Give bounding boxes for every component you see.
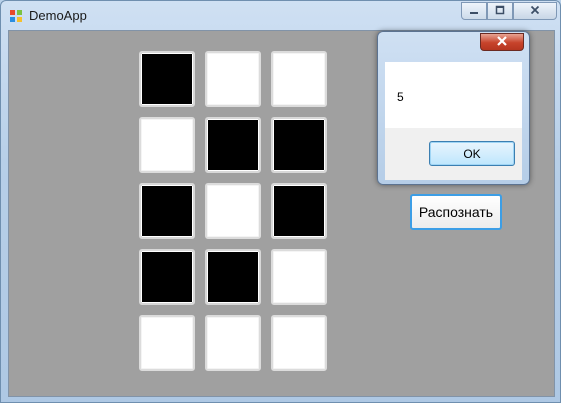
grid-cell-r2-c3[interactable]	[271, 117, 327, 173]
title-bar[interactable]: DemoApp	[1, 1, 560, 29]
recognize-button[interactable]: Распознать	[410, 194, 502, 230]
grid-cell-r4-c1[interactable]	[139, 249, 195, 305]
app-windows-icon[interactable]	[9, 9, 23, 23]
minimize-button[interactable]	[461, 2, 487, 20]
minimize-icon	[469, 2, 479, 20]
close-icon	[496, 33, 508, 51]
grid-cell-r3-c2[interactable]	[205, 183, 261, 239]
grid-cell-r1-c1[interactable]	[139, 51, 195, 107]
grid-cell-r5-c1[interactable]	[139, 315, 195, 371]
window-close-button[interactable]	[513, 2, 557, 20]
window-title: DemoApp	[29, 8, 87, 23]
grid-cell-r4-c3[interactable]	[271, 249, 327, 305]
message-box-footer: OK	[385, 128, 522, 180]
message-box-body: 5	[385, 62, 522, 128]
grid-cell-r3-c1[interactable]	[139, 183, 195, 239]
grid-cell-r4-c2[interactable]	[205, 249, 261, 305]
maximize-icon	[495, 2, 505, 20]
window-controls	[461, 2, 557, 21]
message-box: 5 OK	[377, 31, 530, 185]
close-icon	[530, 2, 540, 20]
grid-cell-r2-c1[interactable]	[139, 117, 195, 173]
message-text: 5	[397, 90, 404, 104]
grid-cell-r3-c3[interactable]	[271, 183, 327, 239]
grid-cell-r1-c3[interactable]	[271, 51, 327, 107]
grid-cell-r5-c3[interactable]	[271, 315, 327, 371]
maximize-button[interactable]	[487, 2, 513, 20]
ok-button[interactable]: OK	[429, 141, 515, 166]
grid-cell-r2-c2[interactable]	[205, 117, 261, 173]
grid-cell-r5-c2[interactable]	[205, 315, 261, 371]
message-box-close-button[interactable]	[480, 33, 524, 51]
grid-cell-r1-c2[interactable]	[205, 51, 261, 107]
